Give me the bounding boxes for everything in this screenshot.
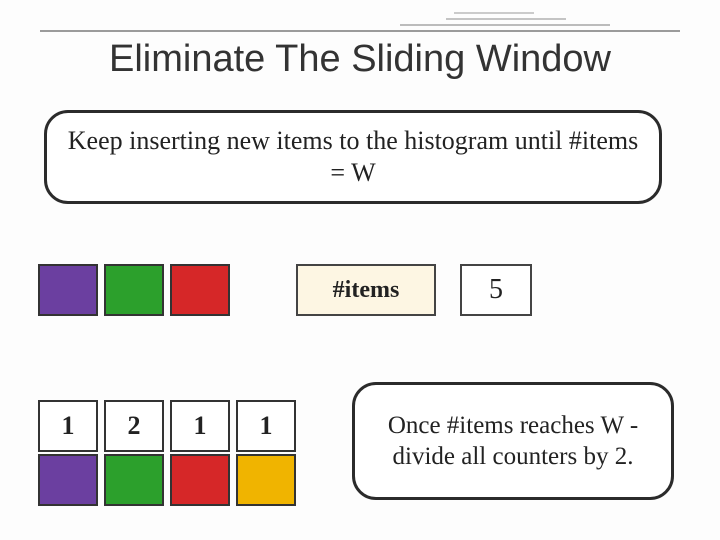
- color-cell: [38, 454, 98, 506]
- items-value-box: 5: [460, 264, 532, 316]
- color-cell: [170, 264, 230, 316]
- instruction-text-top: Keep inserting new items to the histogra…: [65, 125, 641, 190]
- color-row-top: [38, 264, 230, 316]
- instruction-bubble-bottom: Once #items reaches W - divide all count…: [352, 382, 674, 500]
- counts-row: 1 2 1 1: [38, 400, 296, 452]
- color-cell: [104, 454, 164, 506]
- count-cell: 2: [104, 400, 164, 452]
- count-cell: 1: [236, 400, 296, 452]
- items-label-box: #items: [296, 264, 436, 316]
- color-cell: [236, 454, 296, 506]
- items-counter-group: #items 5: [296, 264, 532, 316]
- slide-title: Eliminate The Sliding Window: [0, 38, 720, 81]
- count-cell: 1: [170, 400, 230, 452]
- instruction-bubble-top: Keep inserting new items to the histogra…: [44, 110, 662, 204]
- color-cell: [170, 454, 230, 506]
- color-cell: [38, 264, 98, 316]
- color-cell: [104, 264, 164, 316]
- count-cell: 1: [38, 400, 98, 452]
- color-row-bottom: [38, 454, 296, 506]
- instruction-text-bottom: Once #items reaches W - divide all count…: [373, 410, 653, 473]
- decorative-rules: [0, 0, 720, 40]
